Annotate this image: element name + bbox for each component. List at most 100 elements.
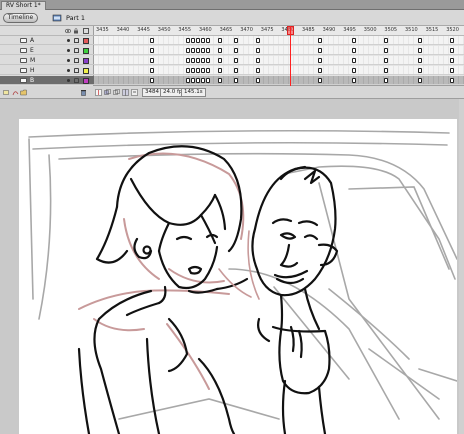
keyframe[interactable] bbox=[201, 78, 205, 83]
keyframe[interactable] bbox=[196, 78, 200, 83]
frame-row[interactable] bbox=[94, 36, 464, 45]
document-tab[interactable]: RV Short 1* bbox=[1, 1, 46, 10]
keyframe[interactable] bbox=[191, 68, 195, 73]
center-frame-icon[interactable] bbox=[95, 89, 102, 96]
layer-row[interactable]: E bbox=[0, 46, 94, 55]
stage-canvas[interactable] bbox=[19, 119, 457, 434]
layer-row[interactable]: H bbox=[0, 66, 94, 75]
frame-row[interactable] bbox=[94, 56, 464, 65]
keyframe[interactable] bbox=[201, 48, 205, 53]
keyframe[interactable] bbox=[418, 48, 422, 53]
visibility-dot[interactable] bbox=[67, 79, 70, 82]
keyframe[interactable] bbox=[234, 78, 238, 83]
pasteboard[interactable] bbox=[0, 99, 464, 434]
edit-multiple-frames-icon[interactable] bbox=[122, 89, 129, 96]
new-folder-icon[interactable] bbox=[20, 89, 27, 96]
keyframe[interactable] bbox=[150, 38, 154, 43]
visibility-dot[interactable] bbox=[67, 59, 70, 62]
layer-row[interactable]: B bbox=[0, 76, 94, 85]
keyframe[interactable] bbox=[191, 78, 195, 83]
keyframe[interactable] bbox=[218, 78, 222, 83]
frame-row[interactable] bbox=[94, 46, 464, 55]
keyframe[interactable] bbox=[218, 58, 222, 63]
keyframe[interactable] bbox=[206, 38, 210, 43]
keyframe[interactable] bbox=[218, 38, 222, 43]
current-frame-field[interactable]: 3484 bbox=[142, 88, 162, 97]
keyframe[interactable] bbox=[206, 78, 210, 83]
keyframe[interactable] bbox=[150, 78, 154, 83]
keyframe[interactable] bbox=[418, 38, 422, 43]
keyframe[interactable] bbox=[450, 78, 454, 83]
keyframe[interactable] bbox=[450, 48, 454, 53]
keyframe[interactable] bbox=[191, 58, 195, 63]
keyframe[interactable] bbox=[186, 38, 190, 43]
frame-row[interactable] bbox=[94, 66, 464, 75]
keyframe[interactable] bbox=[256, 58, 260, 63]
keyframe[interactable] bbox=[206, 58, 210, 63]
keyframe[interactable] bbox=[150, 48, 154, 53]
keyframe[interactable] bbox=[191, 38, 195, 43]
layer-name[interactable]: B bbox=[30, 77, 34, 84]
keyframe[interactable] bbox=[201, 38, 205, 43]
frame-grid[interactable]: 3435344034453450345534603465347034753480… bbox=[94, 26, 464, 86]
layer-name[interactable]: A bbox=[30, 37, 34, 44]
keyframe[interactable] bbox=[201, 68, 205, 73]
onion-skin-outlines-icon[interactable] bbox=[113, 89, 120, 96]
keyframe[interactable] bbox=[352, 68, 356, 73]
onion-skin-icon[interactable] bbox=[104, 89, 111, 96]
layer-name[interactable]: M bbox=[30, 57, 35, 64]
keyframe[interactable] bbox=[234, 38, 238, 43]
keyframe[interactable] bbox=[352, 38, 356, 43]
keyframe[interactable] bbox=[256, 78, 260, 83]
keyframe[interactable] bbox=[196, 48, 200, 53]
keyframe[interactable] bbox=[384, 78, 388, 83]
keyframe[interactable] bbox=[418, 68, 422, 73]
keyframe[interactable] bbox=[234, 58, 238, 63]
keyframe[interactable] bbox=[234, 48, 238, 53]
layer-row[interactable]: M bbox=[0, 56, 94, 65]
keyframe[interactable] bbox=[150, 58, 154, 63]
keyframe[interactable] bbox=[150, 68, 154, 73]
scene-name[interactable]: Part 1 bbox=[66, 14, 85, 22]
keyframe[interactable] bbox=[352, 58, 356, 63]
keyframe[interactable] bbox=[256, 68, 260, 73]
layer-color-swatch[interactable] bbox=[83, 58, 89, 64]
layer-name[interactable]: H bbox=[30, 67, 35, 74]
layer-row[interactable]: A bbox=[0, 36, 94, 45]
keyframe[interactable] bbox=[450, 68, 454, 73]
keyframe[interactable] bbox=[418, 78, 422, 83]
timeline-toggle-button[interactable]: Timeline bbox=[3, 13, 38, 23]
keyframe[interactable] bbox=[450, 58, 454, 63]
playhead[interactable] bbox=[290, 26, 291, 86]
keyframe[interactable] bbox=[384, 58, 388, 63]
frame-row[interactable] bbox=[94, 76, 464, 85]
scene-icon[interactable] bbox=[52, 13, 62, 23]
keyframe[interactable] bbox=[384, 48, 388, 53]
modify-onion-markers-icon[interactable] bbox=[131, 89, 138, 96]
keyframe[interactable] bbox=[352, 48, 356, 53]
keyframe[interactable] bbox=[186, 68, 190, 73]
layer-color-swatch[interactable] bbox=[83, 48, 89, 54]
keyframe[interactable] bbox=[318, 68, 322, 73]
keyframe[interactable] bbox=[206, 48, 210, 53]
motion-guide-icon[interactable] bbox=[12, 89, 19, 96]
keyframe[interactable] bbox=[186, 78, 190, 83]
keyframe[interactable] bbox=[318, 78, 322, 83]
frame-ruler[interactable]: 3435344034453450345534603465347034753480… bbox=[94, 26, 464, 36]
layer-name[interactable]: E bbox=[30, 47, 34, 54]
keyframe[interactable] bbox=[384, 68, 388, 73]
visibility-dot[interactable] bbox=[67, 49, 70, 52]
keyframe[interactable] bbox=[218, 48, 222, 53]
lock-toggle[interactable] bbox=[74, 68, 79, 73]
new-layer-icon[interactable] bbox=[3, 89, 10, 96]
keyframe[interactable] bbox=[206, 68, 210, 73]
eye-icon[interactable] bbox=[65, 28, 71, 34]
layer-color-swatch[interactable] bbox=[83, 78, 89, 84]
keyframe[interactable] bbox=[256, 48, 260, 53]
layer-color-swatch[interactable] bbox=[83, 38, 89, 44]
keyframe[interactable] bbox=[234, 68, 238, 73]
outline-icon[interactable] bbox=[83, 28, 89, 34]
visibility-dot[interactable] bbox=[67, 39, 70, 42]
lock-toggle[interactable] bbox=[74, 78, 79, 83]
keyframe[interactable] bbox=[201, 58, 205, 63]
